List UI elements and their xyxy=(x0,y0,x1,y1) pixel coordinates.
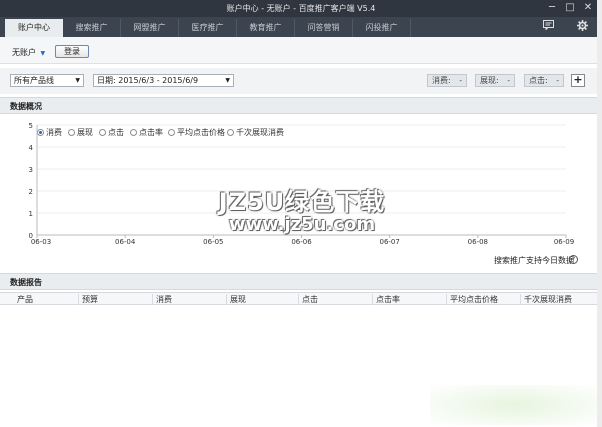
chevron-down-icon: ▼ xyxy=(40,50,46,57)
metric-clicks-value: - xyxy=(556,76,560,85)
filter-bar: 所有产品线 ▼ 日期: 2015/6/3 - 2015/6/9 ▼ 消费: - … xyxy=(0,68,602,94)
report-table-header: 产品 预算 消费 展现 点击 点击率 平均点击价格 千次展现消费 xyxy=(0,292,602,305)
x-tick-label: 06-07 xyxy=(379,238,399,246)
col-avg-cpc[interactable]: 平均点击价格 xyxy=(446,294,520,305)
x-tick-label: 06-05 xyxy=(203,238,223,246)
tab-search-promotion[interactable]: 搜索推广 xyxy=(63,19,121,37)
watermark: JZ5U绿色下载 www.jz5u.com xyxy=(212,189,392,235)
window-edge xyxy=(597,0,602,427)
y-tick-label: 5 xyxy=(29,122,33,130)
chevron-down-icon: ▼ xyxy=(225,77,230,84)
col-impressions[interactable]: 展现 xyxy=(226,294,300,305)
metric-clicks-label: 点击: xyxy=(529,76,548,85)
watermark-line1: JZ5U绿色下载 xyxy=(218,188,386,216)
account-select-value: 无账户 xyxy=(12,48,36,57)
main-tabs: 账户中心 搜索推广 网盟推广 医疗推广 教育推广 问答营销 闪投推广 xyxy=(0,17,602,37)
product-line-select[interactable]: 所有产品线 ▼ xyxy=(10,74,84,87)
tab-union-promotion[interactable]: 网盟推广 xyxy=(121,19,179,37)
col-clicks[interactable]: 点击 xyxy=(298,294,372,305)
help-icon[interactable]: ? xyxy=(569,255,578,264)
tab-education-promotion[interactable]: 教育推广 xyxy=(237,19,295,37)
metric-clicks[interactable]: 点击: - xyxy=(524,74,564,87)
add-metric-button[interactable]: + xyxy=(571,74,585,87)
gear-icon-glyph xyxy=(576,20,588,31)
date-range-select[interactable]: 日期: 2015/6/3 - 2015/6/9 ▼ xyxy=(93,74,234,87)
message-icon-glyph xyxy=(542,20,554,31)
maximize-button[interactable]: □ xyxy=(563,1,577,15)
close-button[interactable]: ✕ xyxy=(581,1,595,15)
gear-icon[interactable] xyxy=(574,20,590,34)
col-cost[interactable]: 消费 xyxy=(152,294,226,305)
col-cpm[interactable]: 千次展现消费 xyxy=(520,294,596,305)
account-bar: 无账户 ▼ 登录 xyxy=(0,37,602,64)
y-tick-label: 2 xyxy=(29,188,33,196)
y-tick-label: 4 xyxy=(29,144,34,152)
metric-cost[interactable]: 消费: - xyxy=(427,74,467,87)
login-button[interactable]: 登录 xyxy=(55,45,89,58)
tab-flash-promotion[interactable]: 闪投推广 xyxy=(353,19,411,37)
x-tick-label: 06-06 xyxy=(291,238,312,246)
report-title: 数据报告 xyxy=(10,278,42,287)
y-tick-label: 1 xyxy=(29,210,33,218)
overview-title: 数据概况 xyxy=(10,102,42,111)
minimize-button[interactable]: ─ xyxy=(545,1,559,15)
account-select[interactable]: 无账户 ▼ xyxy=(12,47,45,58)
x-tick-label: 06-09 xyxy=(554,238,574,246)
x-tick-label: 06-08 xyxy=(468,238,488,246)
metric-impressions-value: - xyxy=(507,76,511,85)
tab-account-center[interactable]: 账户中心 xyxy=(5,19,63,37)
metric-cost-value: - xyxy=(459,76,463,85)
decorative-fade xyxy=(430,385,600,425)
report-header: 数据报告 xyxy=(0,273,602,290)
x-tick-label: 06-03 xyxy=(31,238,51,246)
message-icon[interactable] xyxy=(540,20,556,34)
tab-qa-marketing[interactable]: 问答营销 xyxy=(295,19,353,37)
metric-impressions[interactable]: 展现: - xyxy=(475,74,515,87)
col-product[interactable]: 产品 xyxy=(14,294,78,305)
col-ctr[interactable]: 点击率 xyxy=(372,294,446,305)
metric-impressions-label: 展现: xyxy=(480,76,499,85)
metric-cost-label: 消费: xyxy=(432,76,451,85)
chevron-down-icon: ▼ xyxy=(75,77,80,84)
product-line-value: 所有产品线 xyxy=(14,76,54,85)
window-title: 账户中心 - 无账户 - 百度推广客户端 V5.4 xyxy=(226,4,376,13)
date-range-value: 日期: 2015/6/3 - 2015/6/9 xyxy=(97,76,199,85)
overview-header: 数据概况 xyxy=(0,97,602,114)
watermark-line2: www.jz5u.com xyxy=(228,214,376,235)
today-data-note: 搜索推广支持今日数据 xyxy=(494,256,574,265)
col-budget[interactable]: 预算 xyxy=(78,294,152,305)
y-tick-label: 3 xyxy=(29,166,33,174)
title-bar: 账户中心 - 无账户 - 百度推广客户端 V5.4 ─ □ ✕ xyxy=(0,0,602,17)
tab-medical-promotion[interactable]: 医疗推广 xyxy=(179,19,237,37)
x-tick-label: 06-04 xyxy=(115,238,136,246)
